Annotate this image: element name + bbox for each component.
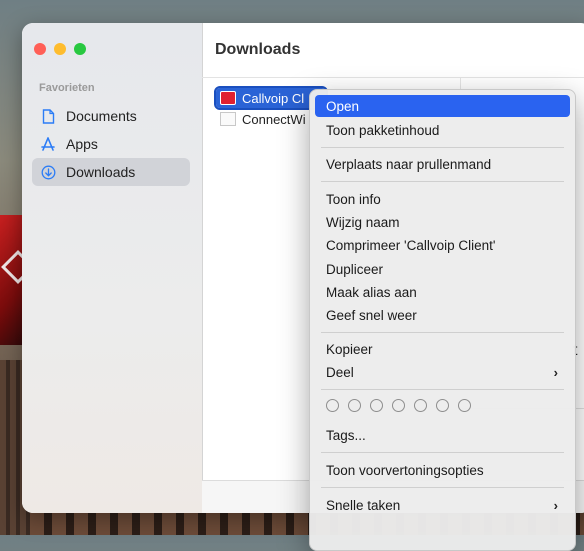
menu-item-rename[interactable]: Wijzig naam xyxy=(315,211,570,233)
menu-separator xyxy=(321,147,564,148)
menu-separator xyxy=(321,487,564,488)
menu-separator xyxy=(321,181,564,182)
minimize-button[interactable] xyxy=(54,43,66,55)
sidebar-item-apps[interactable]: Apps xyxy=(32,130,190,158)
sidebar-item-label: Downloads xyxy=(66,164,136,180)
menu-item-make-alias[interactable]: Maak alias aan xyxy=(315,281,570,303)
menu-item-label: Tags... xyxy=(326,427,366,443)
sidebar-item-label: Apps xyxy=(66,136,98,152)
menu-item-open[interactable]: Open xyxy=(315,95,570,117)
menu-item-share[interactable]: Deel › xyxy=(315,361,570,383)
menu-item-copy[interactable]: Kopieer xyxy=(315,338,570,360)
sidebar-item-label: Documents xyxy=(66,108,137,124)
menu-item-label: Verplaats naar prullenmand xyxy=(326,156,492,172)
menu-item-tags[interactable]: Tags... xyxy=(315,424,570,446)
sidebar-item-downloads[interactable]: Downloads xyxy=(32,158,190,186)
close-button[interactable] xyxy=(34,43,46,55)
menu-item-label: Kopieer xyxy=(326,341,373,357)
menu-item-move-to-trash[interactable]: Verplaats naar prullenmand xyxy=(315,153,570,175)
menu-item-label: Geef snel weer xyxy=(326,307,417,323)
menu-item-quick-actions[interactable]: Snelle taken › xyxy=(315,494,570,516)
menu-item-label: Maak alias aan xyxy=(326,284,417,300)
sidebar-section-favorites: Favorieten xyxy=(39,82,95,94)
tag-color-option[interactable] xyxy=(436,399,449,412)
context-menu: Open Toon pakketinhoud Verplaats naar pr… xyxy=(309,89,576,551)
chevron-right-icon: › xyxy=(553,497,558,513)
menu-item-get-info[interactable]: Toon info xyxy=(315,188,570,210)
sidebar: Favorieten Documents Apps Downloads xyxy=(22,23,203,513)
window-controls xyxy=(34,43,86,55)
menu-item-quick-look[interactable]: Geef snel weer xyxy=(315,304,570,326)
download-icon xyxy=(40,164,56,180)
menu-item-show-package-contents[interactable]: Toon pakketinhoud xyxy=(315,119,570,141)
menu-item-label: Wijzig naam xyxy=(326,214,400,230)
sidebar-item-documents[interactable]: Documents xyxy=(32,102,190,130)
menu-item-label: Deel xyxy=(326,364,354,380)
menu-item-label: Dupliceer xyxy=(326,261,384,277)
menu-item-label: Snelle taken xyxy=(326,497,401,513)
menu-separator xyxy=(321,332,564,333)
menu-item-label: Comprimeer 'Callvoip Client' xyxy=(326,237,496,253)
menu-separator xyxy=(321,452,564,453)
zoom-button[interactable] xyxy=(74,43,86,55)
chevron-right-icon: › xyxy=(553,364,558,380)
menu-item-label: Open xyxy=(326,98,360,114)
app-icon xyxy=(220,91,236,105)
tag-color-option[interactable] xyxy=(370,399,383,412)
menu-item-compress[interactable]: Comprimeer 'Callvoip Client' xyxy=(315,234,570,256)
document-icon xyxy=(220,112,236,126)
tag-color-option[interactable] xyxy=(326,399,339,412)
file-name: Callvoip Cl xyxy=(242,90,305,106)
document-icon xyxy=(40,108,56,124)
menu-item-label: Toon voorvertoningsopties xyxy=(326,462,484,478)
tag-color-option[interactable] xyxy=(348,399,361,412)
window-title: Downloads xyxy=(215,41,301,58)
menu-item-show-preview-options[interactable]: Toon voorvertoningsopties xyxy=(315,459,570,481)
menu-separator xyxy=(321,389,564,390)
menu-item-label: Toon info xyxy=(326,191,381,207)
menu-item-duplicate[interactable]: Dupliceer xyxy=(315,258,570,280)
tag-color-option[interactable] xyxy=(414,399,427,412)
tag-color-row xyxy=(326,399,471,412)
tag-color-option[interactable] xyxy=(392,399,405,412)
file-name: ConnectWi xyxy=(242,111,306,127)
menu-item-label: Toon pakketinhoud xyxy=(326,122,440,138)
apps-icon xyxy=(40,136,56,152)
tag-color-option[interactable] xyxy=(458,399,471,412)
